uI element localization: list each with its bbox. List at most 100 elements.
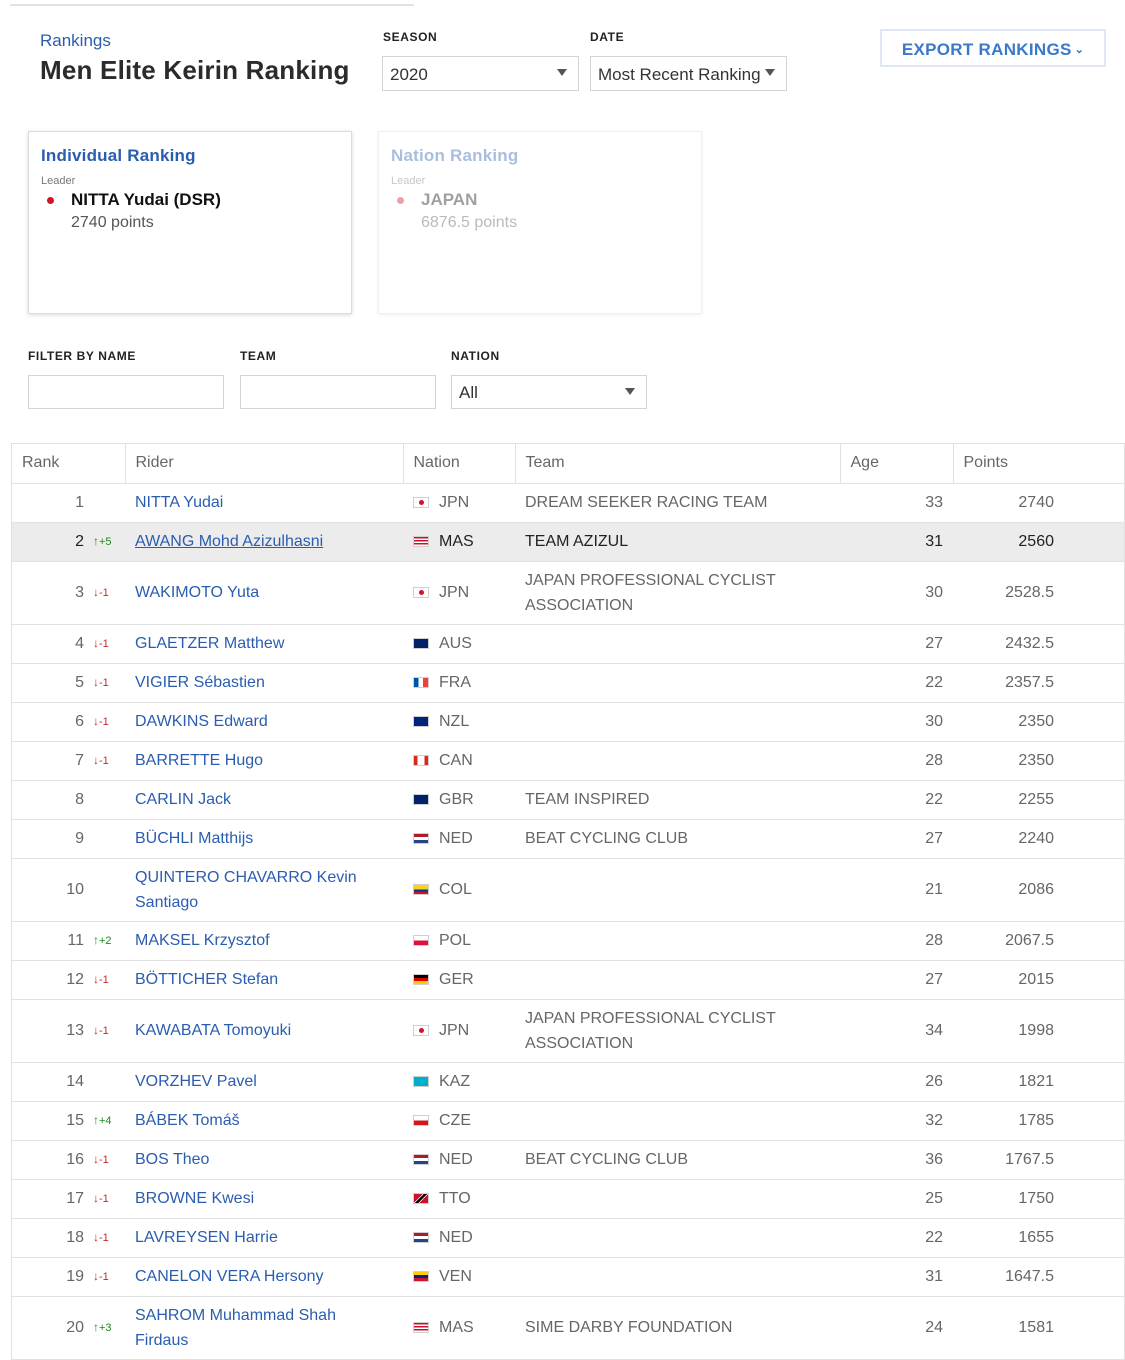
rider-link[interactable]: MAKSEL Krzysztof xyxy=(135,932,270,949)
team-cell xyxy=(515,624,840,664)
table-row[interactable]: 18 ↓-1 LAVREYSEN Harrie NED 22 1655 xyxy=(12,1218,1124,1258)
rider-link[interactable]: WAKIMOTO Yuta xyxy=(135,584,259,601)
rank-cell: 11 ↑+2 xyxy=(12,921,125,961)
rank-number: 20 xyxy=(66,1319,84,1336)
table-row[interactable]: 5 ↓-1 VIGIER Sébastien FRA 22 2357.5 xyxy=(12,663,1124,703)
column-header-team[interactable]: Team xyxy=(515,444,841,484)
table-row[interactable]: 19 ↓-1 CANELON VERA Hersony VEN 31 1647.5 xyxy=(12,1257,1124,1297)
breadcrumb-rankings[interactable]: Rankings xyxy=(40,31,111,51)
nation-code: NED xyxy=(439,830,473,847)
rank-number: 17 xyxy=(66,1190,84,1207)
rider-link[interactable]: BÖTTICHER Stefan xyxy=(135,971,278,988)
nation-ranking-card[interactable]: Nation Ranking Leader JAPAN 6876.5 point… xyxy=(378,131,702,314)
rider-link[interactable]: NITTA Yudai xyxy=(135,494,223,511)
column-header-age[interactable]: Age xyxy=(840,444,954,484)
points-cell: 2255 xyxy=(953,780,1124,820)
column-header-nation[interactable]: Nation xyxy=(403,444,516,484)
rank-number: 3 xyxy=(75,584,84,601)
team-cell: JAPAN PROFESSIONAL CYCLIST ASSOCIATION xyxy=(515,561,840,625)
rider-cell: VORZHEV Pavel xyxy=(125,1062,403,1102)
table-row[interactable]: 1 NITTA Yudai JPN DREAM SEEKER RACING TEAM 3… xyxy=(12,483,1124,523)
nation-select-value: All xyxy=(459,383,478,402)
date-label: DATE xyxy=(590,30,625,44)
export-rankings-button[interactable]: EXPORT RANKINGS ⌄ xyxy=(880,29,1106,67)
table-row[interactable]: 3 ↓-1 WAKIMOTO Yuta JPN JAPAN PROFESSIONAL C… xyxy=(12,561,1124,625)
table-row[interactable]: 13 ↓-1 KAWABATA Tomoyuki JPN JAPAN PROFESSIO… xyxy=(12,999,1124,1063)
rider-link[interactable]: BÜCHLI Matthijs xyxy=(135,830,253,847)
rider-link[interactable]: GLAETZER Matthew xyxy=(135,635,284,652)
nation-code: NZL xyxy=(439,713,470,730)
table-row[interactable]: 16 ↓-1 BOS Theo NED BEAT CYCLING CLUB 36 1767.… xyxy=(12,1140,1124,1180)
table-row[interactable]: 7 ↓-1 BARRETTE Hugo CAN 28 2350 xyxy=(12,741,1124,781)
age-cell: 31 xyxy=(840,1257,953,1297)
column-header-rank[interactable]: Rank xyxy=(12,444,126,484)
table-row[interactable]: 2 ↑+5 AWANG Mohd Azizulhasni MAS TEAM AZIZUL… xyxy=(12,522,1124,562)
rider-link[interactable]: BÁBEK Tomáš xyxy=(135,1112,240,1129)
table-row[interactable]: 10 QUINTERO CHAVARRO Kevin Santiago COL 21 2… xyxy=(12,858,1124,922)
rank-change: ↓-1 xyxy=(93,971,109,986)
rank-cell: 9 xyxy=(12,819,125,859)
nation-select[interactable]: All xyxy=(451,375,647,409)
rank-cell: 19 ↓-1 xyxy=(12,1257,125,1297)
rider-link[interactable]: AWANG Mohd Azizulhasni xyxy=(135,533,323,550)
nation-cell: CZE xyxy=(403,1101,515,1141)
rider-link[interactable]: BOS Theo xyxy=(135,1151,209,1168)
table-row[interactable]: 20 ↑+3 SAHROM Muhammad Shah Firdaus MAS SIME… xyxy=(12,1296,1124,1360)
leader-label: Leader xyxy=(391,175,426,187)
rider-link[interactable]: SAHROM Muhammad Shah Firdaus xyxy=(135,1307,336,1349)
rank-change: ↑+3 xyxy=(93,1319,112,1334)
rider-link[interactable]: DAWKINS Edward xyxy=(135,713,268,730)
filter-team-input[interactable] xyxy=(240,375,436,409)
rider-link[interactable]: QUINTERO CHAVARRO Kevin Santiago xyxy=(135,869,357,911)
jpn-flag-icon xyxy=(413,587,429,598)
nation-cell: MAS xyxy=(403,522,515,562)
nation-leader-points: 6876.5 points xyxy=(421,214,518,231)
date-select[interactable]: Most Recent Ranking xyxy=(590,56,787,91)
rank-cell: 4 ↓-1 xyxy=(12,624,125,664)
team-cell xyxy=(515,1218,840,1258)
points-cell: 2560 xyxy=(953,522,1124,562)
rank-change: ↓-1 xyxy=(93,1268,109,1283)
team-cell xyxy=(515,702,840,742)
rider-link[interactable]: VORZHEV Pavel xyxy=(135,1073,257,1090)
table-row[interactable]: 17 ↓-1 BROWNE Kwesi TTO 25 1750 xyxy=(12,1179,1124,1219)
points-cell: 2528.5 xyxy=(953,561,1124,625)
table-row[interactable]: 14 VORZHEV Pavel KAZ 26 1821 xyxy=(12,1062,1124,1102)
column-header-points[interactable]: Points xyxy=(953,444,1124,484)
table-row[interactable]: 9 BÜCHLI Matthijs NED BEAT CYCLING CLUB 27 22… xyxy=(12,819,1124,859)
individual-ranking-card[interactable]: Individual Ranking Leader NITTA Yudai (D… xyxy=(28,131,352,314)
nation-cell: MAS xyxy=(403,1296,515,1360)
filter-name-input[interactable] xyxy=(28,375,224,409)
rider-link[interactable]: BARRETTE Hugo xyxy=(135,752,263,769)
table-row[interactable]: 15 ↑+4 BÁBEK Tomáš CZE 32 1785 xyxy=(12,1101,1124,1141)
rider-link[interactable]: LAVREYSEN Harrie xyxy=(135,1229,278,1246)
nation-code: COL xyxy=(439,881,472,898)
age-cell: 27 xyxy=(840,960,953,1000)
rank-number: 14 xyxy=(66,1073,84,1090)
rank-cell: 16 ↓-1 xyxy=(12,1140,125,1180)
rank-cell: 1 xyxy=(12,483,125,523)
table-row[interactable]: 11 ↑+2 MAKSEL Krzysztof POL 28 2067.5 xyxy=(12,921,1124,961)
rider-link[interactable]: KAWABATA Tomoyuki xyxy=(135,1022,291,1039)
tto-flag-icon xyxy=(413,1193,429,1204)
nation-cell: NZL xyxy=(403,702,515,742)
rank-cell: 13 ↓-1 xyxy=(12,999,125,1063)
team-cell: JAPAN PROFESSIONAL CYCLIST ASSOCIATION xyxy=(515,999,840,1063)
table-row[interactable]: 6 ↓-1 DAWKINS Edward NZL 30 2350 xyxy=(12,702,1124,742)
rider-link[interactable]: VIGIER Sébastien xyxy=(135,674,265,691)
column-header-rider[interactable]: Rider xyxy=(125,444,404,484)
nation-cell: TTO xyxy=(403,1179,515,1219)
rider-link[interactable]: CANELON VERA Hersony xyxy=(135,1268,324,1285)
rank-number: 16 xyxy=(66,1151,84,1168)
rider-cell: BROWNE Kwesi xyxy=(125,1179,403,1219)
season-select[interactable]: 2020 xyxy=(382,56,579,91)
rider-link[interactable]: CARLIN Jack xyxy=(135,791,231,808)
table-row[interactable]: 12 ↓-1 BÖTTICHER Stefan GER 27 2015 xyxy=(12,960,1124,1000)
top-divider xyxy=(10,4,414,6)
table-row[interactable]: 4 ↓-1 GLAETZER Matthew AUS 27 2432.5 xyxy=(12,624,1124,664)
rider-link[interactable]: BROWNE Kwesi xyxy=(135,1190,254,1207)
rank-number: 18 xyxy=(66,1229,84,1246)
leader-label: Leader xyxy=(41,175,76,187)
points-cell: 2067.5 xyxy=(953,921,1124,961)
table-row[interactable]: 8 CARLIN Jack GBR TEAM INSPIRED 22 2255 xyxy=(12,780,1124,820)
